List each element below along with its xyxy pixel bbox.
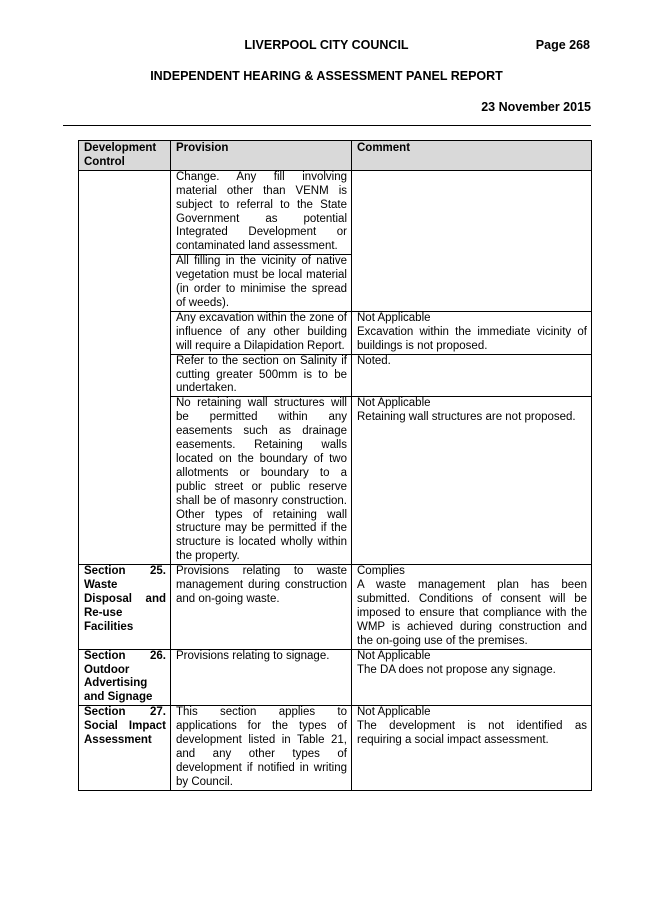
comment-status: Not Applicable <box>357 397 431 410</box>
table-row: Section 26. Outdoor Advertising and Sign… <box>78 648 592 707</box>
table-row: Section 25. Waste Disposal and Re-use Fa… <box>78 564 592 650</box>
provision-cell: Change. Any fill involving material othe… <box>170 169 352 256</box>
comment-text: The development is not identified as req… <box>357 720 587 747</box>
provision-cell: No retaining wall structures will be per… <box>170 396 352 566</box>
page-number: Page 268 <box>535 38 590 52</box>
controls-table: Development Control Provision Comment Ch… <box>78 140 592 791</box>
comment-text: The DA does not propose any signage. <box>357 663 556 676</box>
comment-status: Not Applicable <box>357 706 431 719</box>
report-title: INDEPENDENT HEARING & ASSESSMENT PANEL R… <box>150 69 503 83</box>
development-control-cell: Section 27. Social Impact Assessment <box>78 705 171 791</box>
comment-status: Not Applicable <box>357 649 431 662</box>
table-row: Change. Any fill involving material othe… <box>78 169 592 566</box>
comment-cell: Not Applicable The development is not id… <box>351 705 592 791</box>
provision-cell: Any excavation within the zone of influe… <box>170 310 352 355</box>
table-header-row: Development Control Provision Comment <box>78 140 592 171</box>
comment-status: Complies <box>357 565 405 578</box>
comment-status: Noted. <box>357 354 391 367</box>
provision-cell: Refer to the section on Salinity if cutt… <box>170 353 352 398</box>
provision-cell: Provisions relating to waste management … <box>170 564 352 650</box>
comment-text: A waste management plan has been submitt… <box>357 579 587 647</box>
table-row: Section 27. Social Impact Assessment Thi… <box>78 705 592 791</box>
comment-text: Excavation within the immediate vicinity… <box>357 325 587 352</box>
header-divider <box>63 125 591 126</box>
report-date: 23 November 2015 <box>481 100 591 114</box>
comment-status: Not Applicable <box>357 311 431 324</box>
comment-cell: Complies A waste management plan has bee… <box>351 564 592 650</box>
comment-cell: Noted. <box>351 353 592 398</box>
comment-cell: Not Applicable Excavation within the imm… <box>351 310 592 355</box>
provision-cell: Provisions relating to signage. <box>170 648 352 707</box>
column-header-provision: Provision <box>170 140 352 171</box>
development-control-cell: Section 26. Outdoor Advertising and Sign… <box>78 648 171 707</box>
provision-cell: All filling in the vicinity of native ve… <box>170 254 352 312</box>
comment-cell: Not Applicable Retaining wall structures… <box>351 396 592 566</box>
comment-cell <box>351 169 592 312</box>
column-header-comment: Comment <box>351 140 592 171</box>
column-header-development-control: Development Control <box>78 140 171 171</box>
development-control-cell <box>78 169 171 566</box>
comment-cell: Not Applicable The DA does not propose a… <box>351 648 592 707</box>
comment-text: Retaining wall structures are not propos… <box>357 411 576 424</box>
development-control-cell: Section 25. Waste Disposal and Re-use Fa… <box>78 564 171 650</box>
provision-cell: This section applies to applications for… <box>170 705 352 791</box>
